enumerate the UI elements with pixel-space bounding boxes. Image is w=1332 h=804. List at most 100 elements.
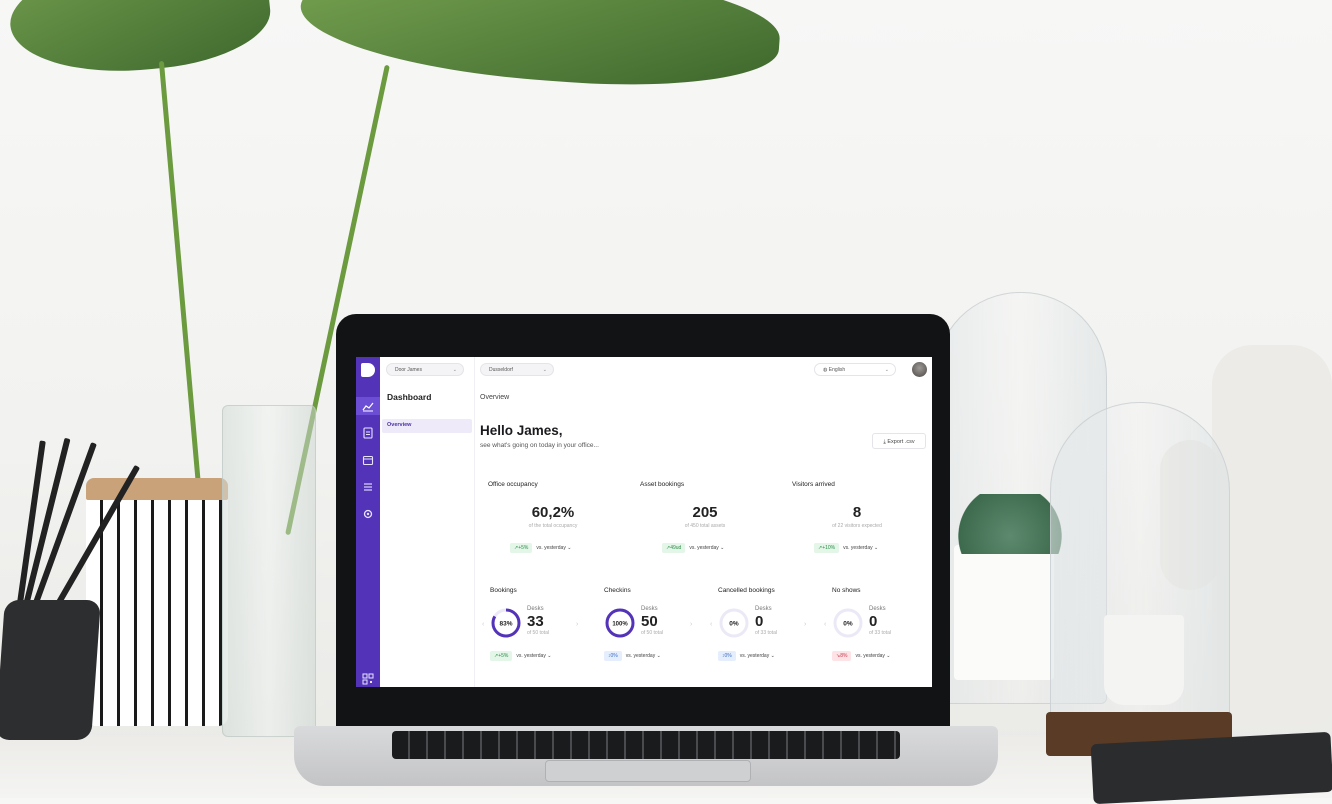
compare-select[interactable]: vs. yesterday ⌄ <box>740 653 775 659</box>
greeting-title: Hello James, <box>480 423 563 438</box>
plant-pot <box>1104 615 1184 705</box>
booking-title: Bookings <box>490 587 517 594</box>
breadcrumb: Overview <box>480 394 510 401</box>
export-csv-button[interactable]: ⤓ Export .csv <box>872 433 926 449</box>
svg-text:0%: 0% <box>843 621 853 628</box>
stat-title: Office occupancy <box>488 481 538 488</box>
compare-select[interactable]: vs. yesterday ⌄ <box>626 653 661 659</box>
booking-value: 0 <box>869 613 878 630</box>
stat-trend: ↗+5% vs. yesterday ⌄ <box>510 543 571 553</box>
booking-value: 33 <box>527 613 544 630</box>
booking-donut: 0% <box>833 608 863 638</box>
chevron-down-icon: ⌄ <box>884 367 889 373</box>
stat-title: Asset bookings <box>640 481 685 488</box>
booking-trend: ↘8% vs. yesterday ⌄ <box>832 651 891 661</box>
booking-trend: ↗+5% vs. yesterday ⌄ <box>490 651 551 661</box>
monstera-leaf <box>296 0 784 97</box>
location-select-value: Dusseldorf <box>489 367 513 373</box>
stat-value: 60,2% <box>531 504 575 521</box>
svg-text:0%: 0% <box>729 621 739 628</box>
laptop-trackpad <box>545 760 751 782</box>
chevron-left-icon[interactable]: ‹ <box>482 621 484 628</box>
export-label: Export .csv <box>887 439 915 445</box>
sidebar-item-overview[interactable]: Overview <box>382 419 472 433</box>
booking-category: Desks <box>641 606 658 612</box>
compare-select[interactable]: vs. yesterday ⌄ <box>516 653 551 659</box>
trend-badge: ↕0% <box>718 651 736 661</box>
booking-card-bookings: Bookings ‹ 83% Desks 33 of 50 total › ↗+… <box>480 585 594 665</box>
booking-category: Desks <box>869 606 886 612</box>
trend-badge: ↘8% <box>832 651 852 661</box>
booking-subtitle: of 33 total <box>869 630 891 636</box>
greeting-subtitle: see what's going on today in your office… <box>480 442 599 449</box>
svg-text:100%: 100% <box>612 622 628 628</box>
chevron-left-icon[interactable]: ‹ <box>824 621 826 628</box>
pencil-holder <box>0 600 101 740</box>
sidebar: Dashboard Overview <box>380 357 475 687</box>
booking-category: Desks <box>527 606 544 612</box>
stat-card-asset-bookings: Asset bookings 205 of 450 total assets ↗… <box>632 475 778 555</box>
compare-select[interactable]: vs. yesterday ⌄ <box>855 653 890 659</box>
jar-lid <box>86 478 228 500</box>
document-icon[interactable] <box>362 427 374 439</box>
trend-badge: ↗+5% <box>490 651 513 661</box>
notebook <box>1090 731 1332 804</box>
laptop-keyboard <box>392 731 900 759</box>
stat-subtitle: of 450 total assets <box>684 523 726 529</box>
calendar-icon[interactable] <box>362 454 374 466</box>
avatar[interactable] <box>912 362 927 377</box>
booking-subtitle: of 50 total <box>641 630 663 636</box>
settings-icon[interactable] <box>362 508 374 520</box>
stat-subtitle: of 22 visitors expected <box>832 523 882 529</box>
chart-icon[interactable] <box>362 400 374 412</box>
compare-select[interactable]: vs. yesterday ⌄ <box>689 545 724 551</box>
user-select[interactable]: Door James ⌄ <box>386 363 464 376</box>
sidebar-title: Dashboard <box>387 392 432 402</box>
booking-subtitle: of 50 total <box>527 630 549 636</box>
chevron-left-icon[interactable]: ‹ <box>710 621 712 628</box>
booking-title: Checkins <box>604 587 631 594</box>
booking-card-cancelled-bookings: Cancelled bookings ‹ 0% Desks 0 of 33 to… <box>708 585 822 665</box>
stat-title: Visitors arrived <box>792 481 835 488</box>
ceramic-cactus <box>1212 345 1332 725</box>
stat-value: 205 <box>692 504 718 521</box>
stat-trend: ↗49ud vs. yesterday ⌄ <box>662 543 724 553</box>
booking-value: 50 <box>641 613 658 630</box>
booking-donut: 0% <box>719 608 749 638</box>
list-icon[interactable] <box>362 481 374 493</box>
svg-text:83%: 83% <box>499 621 512 628</box>
compare-select[interactable]: vs. yesterday ⌄ <box>843 545 878 551</box>
stat-card-visitors-arrived: Visitors arrived 8 of 22 visitors expect… <box>784 475 930 555</box>
booking-donut: 83% <box>491 608 521 638</box>
trend-badge: ↕0% <box>604 651 622 661</box>
qr-icon[interactable] <box>362 673 374 685</box>
monstera-leaf <box>4 0 276 84</box>
chevron-right-icon[interactable]: › <box>804 621 806 628</box>
dashboard-app: Dashboard Overview Door James ⌄ Dusseldo… <box>356 357 932 687</box>
language-select[interactable]: ◍ English ⌄ <box>814 363 896 376</box>
photo-scene: Dashboard Overview Door James ⌄ Dusseldo… <box>0 0 1332 804</box>
booking-card-no-shows: No shows ‹ 0% Desks 0 of 33 total ↘8% vs.… <box>822 585 932 665</box>
booking-title: Cancelled bookings <box>718 587 775 594</box>
chevron-right-icon[interactable]: › <box>576 621 578 628</box>
user-select-value: Door James <box>395 367 422 373</box>
booking-card-checkins: Checkins 100% Desks 50 of 50 total › ↕0%… <box>594 585 708 665</box>
stat-value: 8 <box>852 504 862 521</box>
stat-card-office-occupancy: Office occupancy 60,2% of the total occu… <box>480 475 626 555</box>
trend-badge: ↗+5% <box>510 543 533 553</box>
stat-subtitle: of the total occupancy <box>528 523 578 529</box>
glass-vase <box>222 405 316 737</box>
plant-pot <box>954 545 1054 680</box>
chevron-down-icon: ⌄ <box>542 367 547 373</box>
sidebar-item-label: Overview <box>387 422 412 428</box>
stat-trend: ↗+10% vs. yesterday ⌄ <box>814 543 878 553</box>
trend-badge: ↗+10% <box>814 543 840 553</box>
booking-title: No shows <box>832 587 861 594</box>
booking-category: Desks <box>755 606 772 612</box>
booking-subtitle: of 33 total <box>755 630 777 636</box>
chevron-right-icon[interactable]: › <box>690 621 692 628</box>
trend-badge: ↗49ud <box>662 543 686 553</box>
compare-select[interactable]: vs. yesterday ⌄ <box>536 545 571 551</box>
location-select[interactable]: Dusseldorf ⌄ <box>480 363 554 376</box>
logo-icon[interactable] <box>361 363 375 377</box>
